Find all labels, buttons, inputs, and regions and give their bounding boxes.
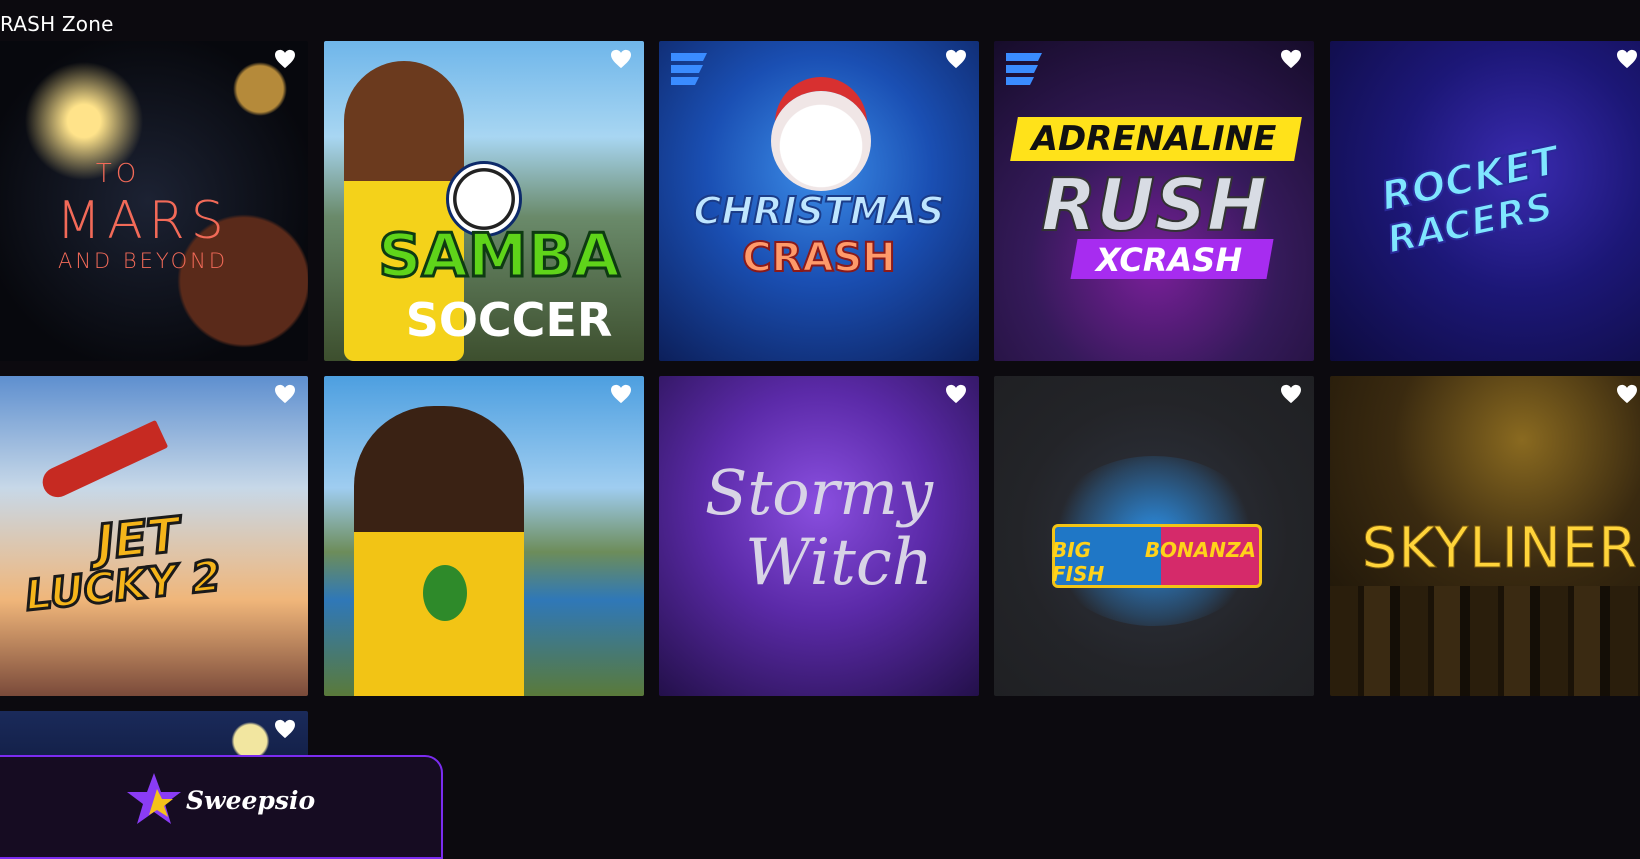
game-subtitle: XCRASH — [1095, 241, 1243, 279]
game-subtitle: AND BEYOND — [57, 249, 229, 273]
game-title: SKYLINER — [1361, 516, 1639, 582]
section-title: RASH Zone — [0, 12, 114, 36]
brand-logo[interactable]: Sweepsio — [124, 771, 315, 829]
game-title: BIG FISH — [1052, 538, 1105, 586]
favorite-heart-icon[interactable] — [274, 719, 296, 739]
game-tile-to-mars-and-beyond[interactable]: TO MARS AND BEYOND — [0, 41, 308, 361]
star-logo-icon — [127, 773, 181, 824]
game-tile-big-fish-bonanza[interactable]: BIG FISH BONANZA — [994, 376, 1314, 696]
game-tile-adrenaline-rush[interactable]: ADRENALINE RUSH XCRASH — [994, 41, 1314, 361]
provider-logo-icon — [1006, 53, 1042, 85]
africa-badge-icon — [420, 562, 470, 624]
favorite-heart-icon[interactable] — [610, 49, 632, 69]
favorite-heart-icon[interactable] — [945, 384, 967, 404]
game-tile-samba-soccer[interactable]: SAMBA SOCCER — [324, 41, 644, 361]
favorite-heart-icon[interactable] — [1616, 384, 1638, 404]
game-tile-football-player[interactable] — [324, 376, 644, 696]
city-skyline — [1330, 586, 1640, 696]
favorite-heart-icon[interactable] — [1616, 49, 1638, 69]
brand-bar: Sweepsio — [0, 755, 443, 859]
game-tile-jet-lucky-2[interactable]: JET LUCKY 2 — [0, 376, 308, 696]
favorite-heart-icon[interactable] — [1280, 49, 1302, 69]
game-title-small: TO — [95, 159, 141, 189]
game-title: MARS — [56, 191, 230, 251]
game-title-main: RUSH — [1040, 162, 1268, 248]
game-subtitle: BONANZA — [1144, 538, 1256, 562]
game-title: ADRENALINE — [1031, 119, 1277, 159]
favorite-heart-icon[interactable] — [1280, 384, 1302, 404]
game-tile-rocket-racers[interactable]: ROCKET RACERS — [1330, 41, 1640, 361]
game-title: Stormy — [704, 456, 934, 529]
game-title-row: BIG FISH BONANZA — [1052, 538, 1256, 586]
santa-figure — [771, 91, 871, 191]
game-subtitle: SOCCER — [405, 293, 613, 347]
favorite-heart-icon[interactable] — [945, 49, 967, 69]
favorite-heart-icon[interactable] — [274, 49, 296, 69]
game-tile-skyliner[interactable]: SKYLINER — [1330, 376, 1640, 696]
game-tile-christmas-crash[interactable]: CHRISTMAS CRASH — [659, 41, 979, 361]
brand-name: Sweepsio — [186, 785, 316, 815]
game-subtitle: CRASH — [741, 234, 896, 282]
game-subtitle: Witch — [745, 526, 933, 600]
player-figure — [354, 406, 524, 696]
game-title: SAMBA — [377, 220, 622, 293]
game-title: CHRISTMAS — [693, 188, 946, 234]
game-tile-stormy-witch[interactable]: Stormy Witch — [659, 376, 979, 696]
provider-logo-icon — [671, 53, 707, 85]
favorite-heart-icon[interactable] — [610, 384, 632, 404]
favorite-heart-icon[interactable] — [274, 384, 296, 404]
